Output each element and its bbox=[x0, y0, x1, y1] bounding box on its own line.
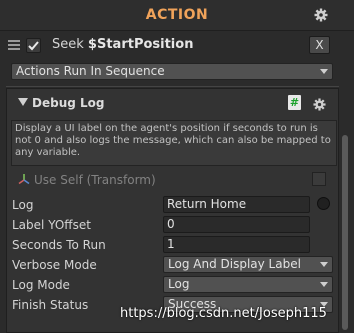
divider bbox=[6, 86, 339, 87]
panel-title: ACTION bbox=[145, 7, 209, 23]
hash-icon[interactable]: # bbox=[288, 95, 301, 110]
finish-status-label: Finish Status bbox=[12, 298, 89, 312]
remove-task-button[interactable]: X bbox=[309, 36, 330, 54]
log-mode-dropdown[interactable]: Log bbox=[163, 276, 333, 293]
task-label-prefix: Seek bbox=[52, 37, 88, 52]
drag-handle-icon[interactable] bbox=[8, 40, 20, 50]
checkmark-icon bbox=[28, 41, 39, 51]
debug-gear-icon[interactable] bbox=[311, 96, 327, 112]
verbose-mode-label: Verbose Mode bbox=[12, 258, 97, 272]
use-self-label: Use Self (Transform) bbox=[34, 173, 156, 187]
transform-axes-icon bbox=[18, 174, 30, 185]
debug-log-title: Debug Log bbox=[32, 96, 105, 110]
verbose-mode-value: Log And Display Label bbox=[168, 257, 301, 271]
use-self-checkbox[interactable] bbox=[312, 172, 326, 186]
seconds-to-run-label: Seconds To Run bbox=[12, 238, 106, 252]
log-field[interactable]: Return Home bbox=[163, 196, 310, 213]
actions-mode-dropdown[interactable]: Actions Run In Sequence bbox=[11, 63, 333, 80]
label-yoffset-field[interactable]: 0 bbox=[163, 216, 310, 233]
chevron-down-icon bbox=[320, 282, 328, 287]
gear-icon[interactable] bbox=[313, 7, 329, 23]
watermark: https://blog.csdn.net/Joseph115 bbox=[120, 306, 327, 321]
task-enabled-checkbox[interactable] bbox=[26, 38, 41, 53]
foldout-triangle-icon bbox=[18, 98, 28, 106]
task-label-variable: $StartPosition bbox=[87, 37, 194, 52]
log-mode-value: Log bbox=[168, 277, 190, 291]
debug-log-description: Display a UI label on the agent's positi… bbox=[11, 120, 337, 166]
scrollbar-thumb[interactable] bbox=[342, 135, 348, 330]
verbose-mode-dropdown[interactable]: Log And Display Label bbox=[163, 256, 333, 273]
variable-binding-toggle[interactable] bbox=[317, 197, 330, 210]
seconds-to-run-field[interactable]: 1 bbox=[163, 236, 310, 253]
label-yoffset-label: Label YOffset bbox=[12, 218, 91, 232]
task-label: Seek $StartPosition bbox=[52, 36, 193, 54]
debug-log-foldout[interactable]: Debug Log bbox=[18, 96, 104, 110]
log-mode-label: Log Mode bbox=[12, 278, 70, 292]
use-self-toggle-label: Use Self (Transform) bbox=[18, 172, 156, 188]
chevron-down-icon bbox=[320, 69, 328, 74]
chevron-down-icon bbox=[320, 262, 328, 267]
actions-mode-value: Actions Run In Sequence bbox=[16, 64, 165, 78]
log-label: Log bbox=[12, 198, 34, 212]
